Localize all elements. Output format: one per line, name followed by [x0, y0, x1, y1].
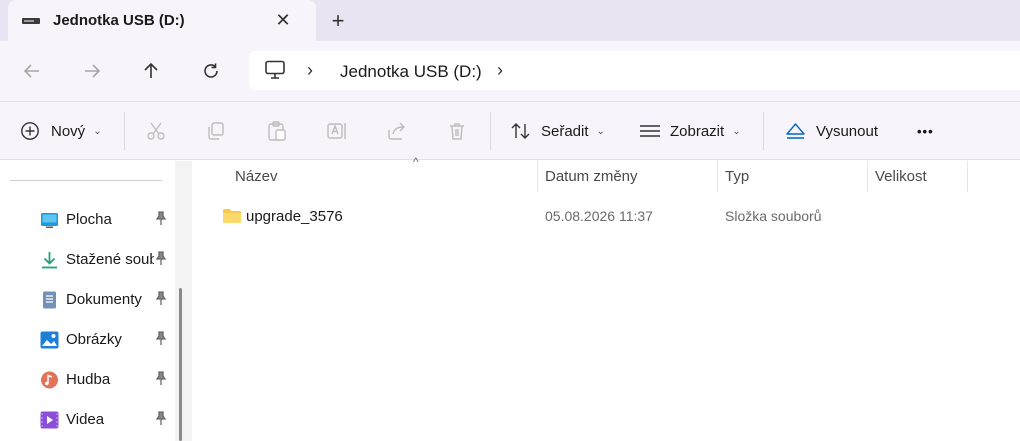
- plus-circle-icon: [21, 122, 39, 140]
- documents-icon: [43, 291, 56, 309]
- column-header-date[interactable]: Datum změny: [538, 161, 718, 192]
- close-tab-icon[interactable]: ✕: [270, 7, 296, 33]
- refresh-icon: [204, 63, 218, 78]
- music-icon: [41, 371, 58, 389]
- pin-icon: [155, 411, 167, 425]
- sidebar-item-videos[interactable]: Videa: [40, 408, 180, 432]
- tab-title: Jednotka USB (D:): [53, 12, 185, 29]
- breadcrumb-expand-icon[interactable]: ›: [497, 60, 503, 81]
- view-label: Zobrazit: [670, 122, 725, 140]
- tab-jednotka-usb[interactable]: Jednotka USB (D:) ✕: [8, 0, 316, 41]
- sidebar-item-music[interactable]: Hudba: [40, 368, 180, 392]
- clipboard-icon: [268, 121, 286, 141]
- arrow-up-icon: [144, 62, 158, 78]
- navigation-pane: Plocha Stažené soubory Dokumenty Obrázky…: [0, 161, 192, 441]
- address-bar[interactable]: › Jednotka USB (D:) ›: [249, 51, 1020, 90]
- eject-button[interactable]: Vysunout: [785, 116, 878, 146]
- paste-button[interactable]: [265, 119, 289, 143]
- navigation-bar: › Jednotka USB (D:) ›: [0, 41, 1020, 102]
- column-header-label: Velikost: [875, 168, 927, 185]
- copy-button[interactable]: [204, 119, 228, 143]
- desktop-icon: [41, 213, 58, 228]
- eject-icon: [786, 123, 805, 139]
- column-header-size[interactable]: Velikost: [868, 161, 968, 192]
- column-header-label: Datum změny: [545, 168, 638, 185]
- sidebar-item-label: Plocha: [66, 211, 112, 228]
- sidebar-item-downloads[interactable]: Stažené soubory: [40, 248, 180, 272]
- divider: [10, 180, 162, 181]
- pin-icon: [155, 251, 167, 265]
- sidebar-item-label: Stažené soubory: [66, 251, 154, 268]
- copy-icon: [208, 122, 224, 140]
- tab-strip: Jednotka USB (D:) ✕ +: [0, 0, 1020, 41]
- column-header-label: Název: [235, 168, 278, 185]
- table-row[interactable]: upgrade_3576 05.08.2026 11:37 Složka sou…: [217, 204, 997, 228]
- divider: [763, 112, 764, 150]
- view-button[interactable]: Zobrazit ⌄: [639, 116, 741, 146]
- delete-button[interactable]: [445, 119, 469, 143]
- new-button[interactable]: Nový ⌄: [20, 116, 102, 146]
- breadcrumb-drive[interactable]: Jednotka USB (D:): [340, 62, 482, 82]
- file-modified: 05.08.2026 11:37: [545, 208, 653, 224]
- sidebar-item-label: Obrázky: [66, 331, 122, 348]
- this-pc-icon: [265, 60, 285, 79]
- file-type: Složka souborů: [725, 208, 822, 224]
- sort-button[interactable]: Seřadit ⌄: [510, 116, 605, 146]
- sidebar-item-desktop[interactable]: Plocha: [40, 208, 180, 232]
- cut-button[interactable]: [144, 119, 168, 143]
- sidebar-item-label: Hudba: [66, 371, 111, 388]
- videos-icon: [40, 411, 59, 429]
- share-button[interactable]: [385, 119, 409, 143]
- share-icon: [388, 122, 405, 140]
- pin-icon: [155, 291, 167, 305]
- view-list-icon: [640, 125, 660, 137]
- pin-icon: [155, 331, 167, 345]
- chevron-down-icon: ⌄: [732, 125, 741, 137]
- trash-icon: [450, 123, 464, 140]
- pictures-icon: [40, 331, 59, 349]
- breadcrumb-separator-icon[interactable]: ›: [307, 60, 313, 81]
- scissors-icon: [147, 122, 165, 140]
- folder-icon: [223, 209, 241, 223]
- column-header-type[interactable]: Typ: [718, 161, 868, 192]
- command-bar: Nový ⌄ Seřadit ⌄ Zobrazit ⌄ Vysunout •••: [0, 102, 1020, 160]
- sidebar-item-documents[interactable]: Dokumenty: [40, 288, 180, 312]
- sidebar-item-pictures[interactable]: Obrázky: [40, 328, 180, 352]
- download-icon: [42, 252, 57, 269]
- usb-drive-icon: [22, 18, 40, 24]
- file-name: upgrade_3576: [246, 208, 343, 225]
- sidebar-scrollbar-thumb[interactable]: [179, 288, 182, 441]
- sidebar-scrollbar[interactable]: [175, 161, 192, 441]
- rename-button[interactable]: [325, 119, 349, 143]
- new-tab-button[interactable]: +: [324, 7, 352, 35]
- new-label: Nový: [51, 122, 86, 140]
- pin-icon: [155, 211, 167, 225]
- sidebar-item-label: Dokumenty: [66, 291, 142, 308]
- sort-ascending-icon: ^: [413, 155, 419, 169]
- column-header-label: Typ: [725, 168, 750, 185]
- back-button[interactable]: [16, 55, 48, 87]
- sort-icon: [511, 123, 530, 139]
- up-button[interactable]: [135, 55, 167, 87]
- column-header-name[interactable]: Název ^: [228, 155, 538, 192]
- pin-icon: [155, 371, 167, 385]
- arrow-right-icon: [85, 64, 101, 78]
- refresh-button[interactable]: [195, 55, 227, 87]
- file-list: Název ^ Datum změny Typ Velikost upgrade…: [192, 155, 1020, 441]
- sidebar-item-label: Videa: [66, 411, 105, 428]
- divider: [124, 112, 125, 150]
- forward-button[interactable]: [76, 55, 108, 87]
- chevron-down-icon: ⌄: [596, 125, 605, 137]
- chevron-down-icon: ⌄: [93, 125, 102, 137]
- eject-label: Vysunout: [816, 122, 878, 140]
- more-options-button[interactable]: •••: [917, 116, 934, 146]
- sort-label: Seřadit: [541, 122, 589, 140]
- rename-icon: [327, 123, 346, 139]
- divider: [490, 112, 491, 150]
- arrow-left-icon: [23, 64, 39, 78]
